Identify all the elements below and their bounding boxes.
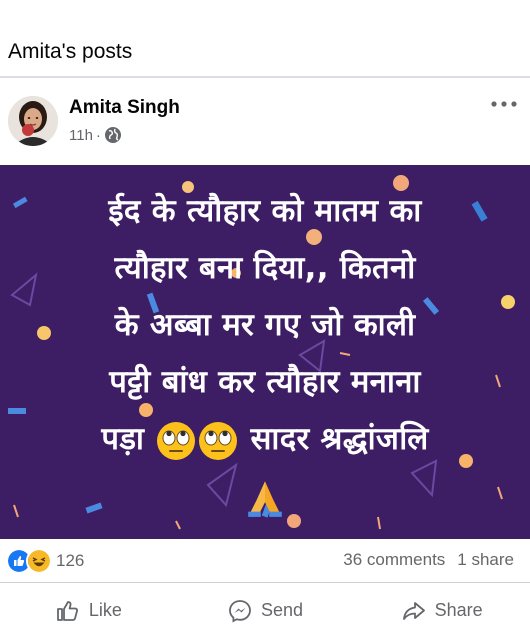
messenger-icon bbox=[229, 599, 251, 622]
avatar[interactable] bbox=[8, 96, 58, 146]
reaction-count: 126 bbox=[56, 551, 85, 570]
haha-reaction-icon bbox=[26, 548, 52, 574]
post-text-line-5-end: सादर श्रद्धांजलि bbox=[250, 421, 429, 457]
post-text-line-1: ईद के त्यौहार को मातम का bbox=[108, 193, 422, 229]
post-meta: 11h · bbox=[69, 126, 122, 144]
post-text-line-4: पट्टी बांध कर त्यौहार मनाना bbox=[109, 364, 421, 400]
post-text-line-5: पड़ा सादर श्रद्धांजलि bbox=[0, 411, 530, 468]
like-button[interactable]: Like bbox=[0, 588, 177, 633]
post-image-text: ईद के त्यौहार को मातम का त्यौहार बना दिय… bbox=[0, 183, 530, 525]
post-time[interactable]: 11h bbox=[69, 127, 93, 144]
meta-separator: · bbox=[95, 126, 101, 144]
page-title: Amita's posts bbox=[8, 40, 133, 63]
send-label: Send bbox=[260, 600, 304, 620]
share-button[interactable]: Share bbox=[353, 588, 530, 633]
post-header: Amita Singh 11h · bbox=[0, 86, 530, 164]
rolling-eyes-emoji-icon bbox=[199, 421, 238, 460]
post-text-line-2: त्यौहार बना दिया,, कितनो bbox=[114, 250, 416, 286]
send-button[interactable]: Send bbox=[177, 588, 354, 633]
folded-hands-icon bbox=[248, 480, 282, 517]
page-header: Amita's posts bbox=[0, 0, 530, 78]
engagement-stats: 36 comments 1 share bbox=[343, 550, 514, 570]
like-label: Like bbox=[88, 600, 122, 620]
share-label: Share bbox=[434, 600, 483, 620]
post-stats: 126 36 comments 1 share bbox=[0, 542, 530, 576]
post-text-line-5-start: पड़ा bbox=[101, 421, 145, 457]
more-options-icon bbox=[491, 101, 517, 107]
shares-count-link[interactable]: 1 share bbox=[457, 550, 514, 570]
post-image[interactable]: ईद के त्यौहार को मातम का त्यौहार बना दिय… bbox=[0, 165, 530, 539]
post-text-line-3: के अब्बा मर गए जो काली bbox=[114, 307, 416, 343]
thumbs-up-icon bbox=[56, 600, 78, 621]
globe-icon bbox=[104, 126, 122, 144]
actions-divider bbox=[0, 582, 530, 583]
avatar-image bbox=[8, 96, 58, 146]
post-actions: Like Send Share bbox=[0, 588, 530, 633]
comments-count-link[interactable]: 36 comments bbox=[343, 550, 445, 570]
more-options-button[interactable] bbox=[490, 94, 518, 114]
reactions-summary[interactable]: 126 bbox=[6, 548, 84, 574]
author-name[interactable]: Amita Singh bbox=[69, 97, 180, 119]
post-text-line-6 bbox=[0, 468, 530, 525]
share-arrow-icon bbox=[402, 601, 425, 620]
rolling-eyes-emoji-icon bbox=[157, 421, 196, 460]
